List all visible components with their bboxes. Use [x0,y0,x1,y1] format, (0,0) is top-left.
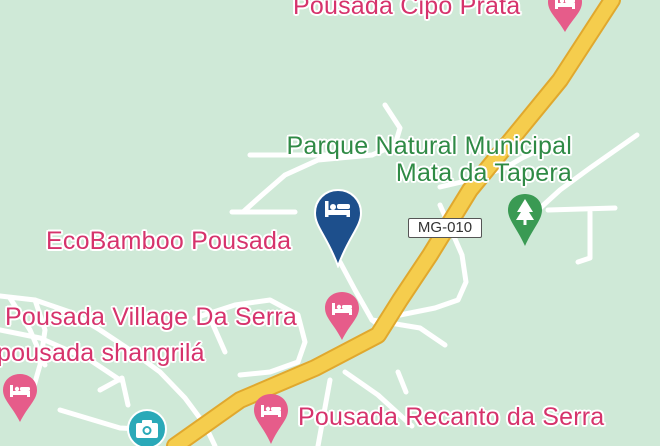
hotel-pin-shangrila[interactable] [0,372,40,424]
highway-mg-010 [168,0,619,446]
park-label[interactable]: Parque Natural Municipal Mata da Tapera [286,133,572,187]
place-label-pousada-village-da-serra[interactable]: Pousada Village Da Serra [5,305,297,330]
selected-hotel-pin-ecobamboo[interactable] [313,188,363,268]
hotel-pin-recanto-da-serra[interactable] [251,392,291,446]
place-label-pousada-recanto-da-serra[interactable]: Pousada Recanto da Serra [298,405,604,430]
place-label-pousada-shangrila[interactable]: pousada shangrilá [0,341,205,366]
road-shield-mg-010: MG-010 [408,218,482,238]
park-pin[interactable] [505,192,545,248]
highway-casing [166,0,621,446]
park-label-line1: Parque Natural Municipal [286,132,572,160]
map-canvas[interactable]: Pousada Cipo Prata Parque Natural Munici… [0,0,660,446]
place-label-ecobamboo-pousada[interactable]: EcoBamboo Pousada [46,229,291,254]
attraction-marker[interactable] [126,408,168,446]
hotel-pin-village-da-serra[interactable] [322,290,362,342]
park-label-line2: Mata da Tapera [395,159,572,187]
place-label-pousada-cipo-prata[interactable]: Pousada Cipo Prata [293,0,520,19]
hotel-pin-cipo-prata[interactable] [545,0,585,34]
